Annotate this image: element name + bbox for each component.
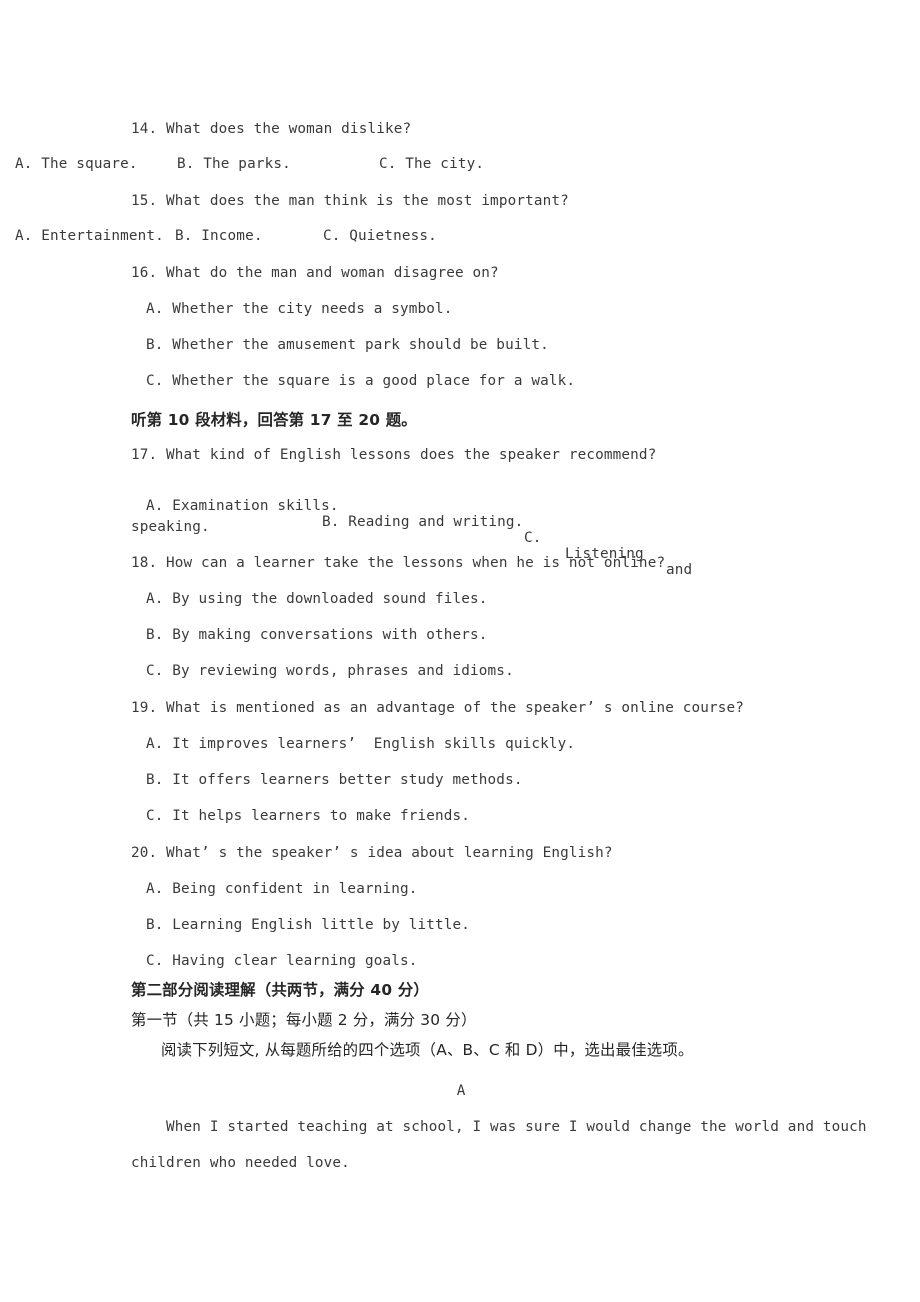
question-stem-19: 19. What is mentioned as an advantage of… [131, 700, 745, 716]
option-row-17: A. Examination skills. B. Reading and wr… [146, 482, 791, 594]
option-18-b[interactable]: B. By making conversations with others. [146, 626, 806, 644]
passage-label-a: A [456, 1083, 466, 1099]
exam-page: 14. What does the woman dislike? A. The … [0, 0, 920, 1302]
option-14-a[interactable]: A. The square. [15, 156, 138, 172]
option-20-a[interactable]: A. Being confident in learning. [146, 880, 806, 898]
question-stem-14: 14. What does the woman dislike? [131, 121, 412, 137]
option-20-c[interactable]: C. Having clear learning goals. [146, 952, 806, 970]
passage-line-1: When I started teaching at school, I was… [131, 1119, 867, 1135]
option-15-c[interactable]: C. Quietness. [323, 228, 437, 244]
question-stem-15: 15. What does the man think is the most … [131, 193, 569, 209]
option-15-a[interactable]: A. Entertainment. [15, 228, 164, 244]
option-16-c[interactable]: C. Whether the square is a good place fo… [146, 372, 806, 390]
option-17-c-wrap: speaking. [131, 519, 210, 535]
option-19-c[interactable]: C. It helps learners to make friends. [146, 807, 806, 825]
reading-instruction: 阅读下列短文, 从每题所给的四个选项（A、B、C 和 D）中，选出最佳选项。 [161, 1041, 694, 1059]
option-16-a[interactable]: A. Whether the city needs a symbol. [146, 300, 806, 318]
option-16-b[interactable]: B. Whether the amusement park should be … [146, 336, 806, 354]
reading-part-heading: 第二部分阅读理解（共两节，满分 40 分） [131, 981, 429, 999]
question-stem-18: 18. How can a learner take the lessons w… [131, 555, 666, 571]
option-18-a[interactable]: A. By using the downloaded sound files. [146, 590, 806, 608]
option-17-a[interactable]: A. Examination skills. [146, 498, 339, 514]
option-14-b[interactable]: B. The parks. [177, 156, 291, 172]
option-15-b[interactable]: B. Income. [175, 228, 263, 244]
option-row-15: A. Entertainment. B. Income. C. Quietnes… [0, 228, 680, 248]
option-14-c[interactable]: C. The city. [379, 156, 484, 172]
option-19-b[interactable]: B. It offers learners better study metho… [146, 771, 806, 789]
option-20-b[interactable]: B. Learning English little by little. [146, 916, 806, 934]
listening-material-10-heading: 听第 10 段材料，回答第 17 至 20 题。 [131, 411, 417, 429]
question-stem-20: 20. What’ s the speaker’ s idea about le… [131, 845, 613, 861]
question-stem-17: 17. What kind of English lessons does th… [131, 447, 657, 463]
option-row-14: A. The square. B. The parks. C. The city… [0, 156, 680, 176]
question-stem-16: 16. What do the man and woman disagree o… [131, 265, 499, 281]
passage-line-2: children who needed love. [131, 1155, 350, 1171]
option-18-c[interactable]: C. By reviewing words, phrases and idiom… [146, 662, 806, 680]
option-19-a[interactable]: A. It improves learners’ English skills … [146, 735, 806, 753]
reading-section-heading: 第一节（共 15 小题；每小题 2 分，满分 30 分） [131, 1011, 477, 1029]
